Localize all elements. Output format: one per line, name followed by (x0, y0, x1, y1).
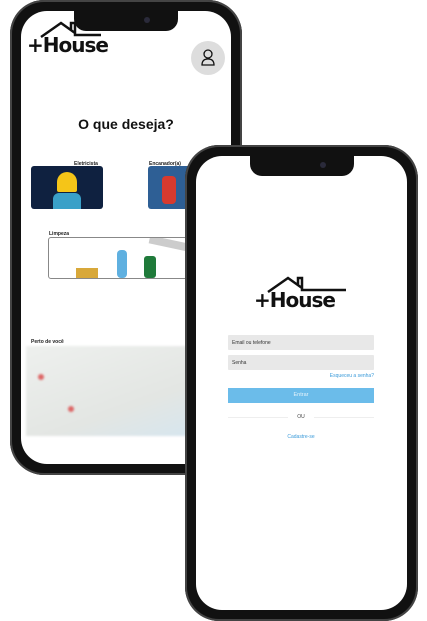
login-logo: +House (254, 276, 346, 312)
nearby-label: Perto de você (31, 339, 64, 345)
house-roof-icon (267, 276, 346, 294)
worker-illustration (57, 172, 77, 192)
notch (249, 156, 354, 176)
home-logo: +House (27, 21, 109, 57)
service-limpeza[interactable] (48, 237, 198, 279)
page-title: O que deseja? (78, 116, 174, 132)
password-field[interactable]: Senha (228, 355, 374, 370)
map-pin-icon (68, 406, 74, 412)
map-pin-icon (38, 374, 44, 380)
signup-link[interactable]: Cadastre-se (228, 434, 374, 440)
front-phone: +House Email ou telefone Senha Esqueceu … (185, 145, 418, 621)
profile-button[interactable] (191, 41, 225, 75)
forgot-password-link[interactable]: Esqueceu a senha? (330, 373, 374, 379)
login-screen: +House Email ou telefone Senha Esqueceu … (196, 156, 407, 610)
notch (74, 11, 178, 31)
email-field[interactable]: Email ou telefone (228, 335, 374, 350)
divider (314, 417, 374, 418)
user-icon (201, 49, 215, 66)
service-eletricista[interactable] (31, 166, 103, 209)
login-button[interactable]: Entrar (228, 388, 374, 403)
